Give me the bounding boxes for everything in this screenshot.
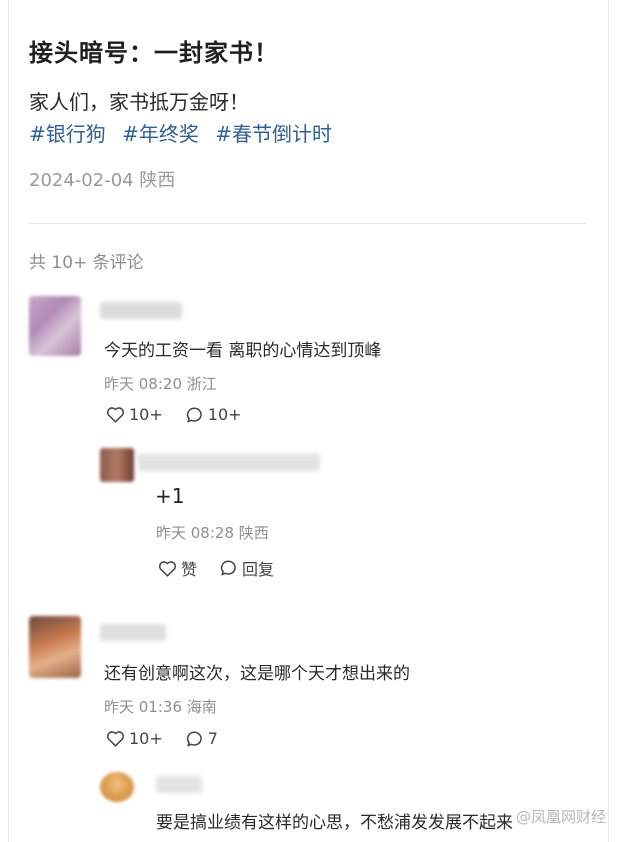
comment-location: 海南	[186, 698, 217, 716]
post-location: 陕西	[139, 170, 176, 191]
comment-meta: 昨天 01:36 海南	[104, 696, 217, 717]
post-tags: #银行狗 #年终奖 #春节倒计时	[29, 118, 342, 147]
heart-icon	[106, 407, 125, 423]
tag-nianzhongjiang[interactable]: #年终奖	[122, 122, 199, 146]
username-redacted[interactable]	[100, 624, 166, 641]
comment-meta: 昨天 08:20 浙江	[104, 373, 217, 394]
reply-button[interactable]: 10+	[185, 405, 242, 424]
comment-time: 昨天 01:36	[104, 698, 182, 716]
reply-location: 陕西	[238, 524, 269, 542]
heart-icon	[158, 560, 177, 577]
comment-text: 今天的工资一看 离职的心情达到顶峰	[104, 341, 382, 361]
reply-like-button[interactable]: 赞	[158, 556, 197, 580]
post-date: 2024-02-04	[29, 170, 134, 191]
comment-actions: 10+ 10+	[106, 405, 264, 424]
reply-meta: 昨天 08:28 陕西	[156, 522, 269, 543]
reply-avatar[interactable]	[100, 772, 134, 802]
watermark: @凤凰网财经	[516, 808, 607, 826]
reply-actions: 赞 回复	[158, 556, 296, 580]
comment-icon	[186, 730, 202, 746]
reply-reply-button[interactable]: 回复	[219, 556, 274, 580]
reply-text: 要是搞业绩有这样的心思，不愁浦发发展不起来	[156, 813, 513, 833]
tag-yinhanggou[interactable]: #银行狗	[29, 122, 106, 146]
heart-icon	[106, 731, 125, 747]
reply-avatar[interactable]	[100, 448, 134, 482]
post-meta: 2024-02-04 陕西	[29, 166, 175, 192]
reply-time: 昨天 08:28	[156, 524, 234, 542]
reply-text: +1	[155, 484, 185, 508]
like-count: 10+	[129, 405, 163, 424]
avatar[interactable]	[29, 296, 81, 356]
like-button[interactable]: 10+	[106, 729, 163, 748]
right-border	[608, 0, 609, 842]
reply-username-redacted[interactable]	[138, 454, 320, 471]
left-border	[8, 0, 9, 842]
comment-icon	[220, 560, 236, 576]
comment-text: 还有创意啊这次，这是哪个天才想出来的	[104, 664, 410, 684]
comment-count: 共 10+ 条评论	[29, 253, 144, 273]
comment-actions: 10+ 7	[106, 729, 240, 748]
comment-time: 昨天 08:20	[104, 375, 182, 393]
reply-count: 7	[207, 729, 218, 748]
avatar[interactable]	[29, 616, 81, 678]
reply-count: 10+	[207, 405, 242, 424]
username-redacted[interactable]	[100, 302, 182, 319]
divider	[28, 223, 586, 224]
post-title: 接头暗号：一封家书！	[29, 39, 279, 67]
tag-chunjie-daojishi[interactable]: #春节倒计时	[215, 122, 332, 146]
comment-location: 浙江	[186, 375, 217, 393]
reply-reply-label: 回复	[242, 560, 275, 579]
post-body: 家人们，家书抵万金呀！	[29, 90, 249, 114]
reply-button[interactable]: 7	[185, 729, 218, 748]
reply-username-redacted[interactable]	[156, 776, 202, 793]
reply-like-label: 赞	[181, 560, 198, 579]
comment-icon	[186, 406, 202, 422]
like-button[interactable]: 10+	[106, 405, 163, 424]
like-count: 10+	[129, 729, 163, 748]
